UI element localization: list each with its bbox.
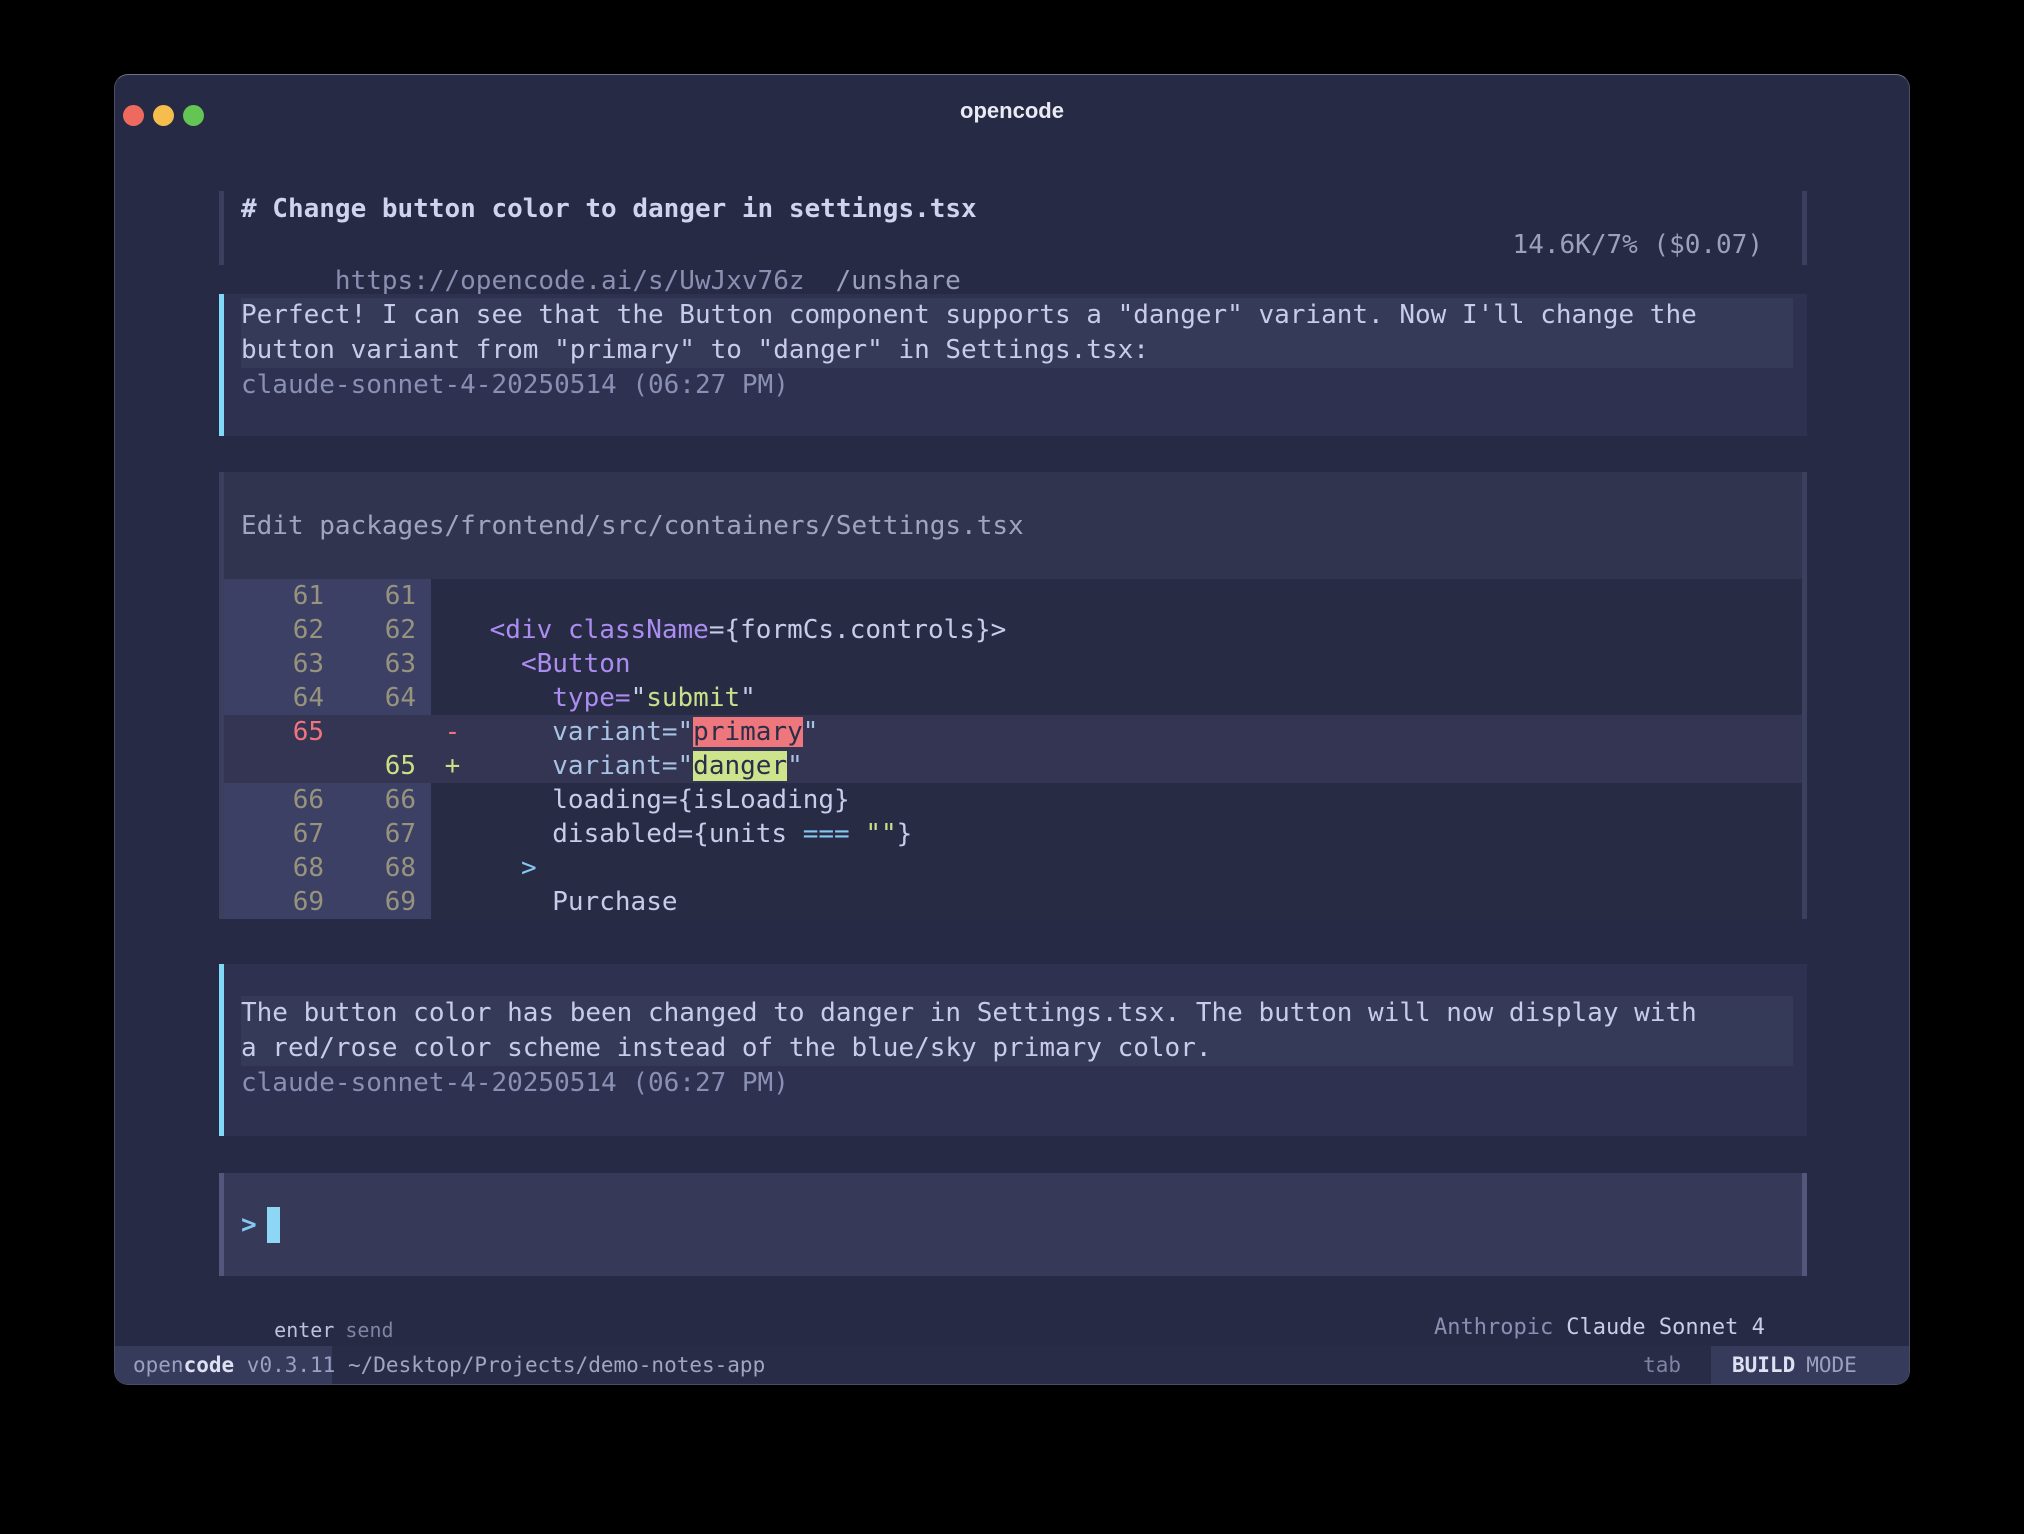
- key-hint-action: send: [345, 1318, 393, 1342]
- provider-label: Anthropic: [1434, 1315, 1553, 1340]
- gutter-old: 67: [224, 817, 339, 851]
- model-indicator: AnthropicClaude Sonnet 4: [1381, 1277, 1765, 1311]
- message-meta: claude-sonnet-4-20250514 (06:27 PM): [241, 1066, 1807, 1101]
- diff-code: type="submit": [474, 681, 1802, 715]
- text-cursor: [267, 1207, 280, 1243]
- gutter-old: 64: [224, 681, 339, 715]
- diff-row: 6262 <div className={formCs.controls}>: [224, 613, 1802, 647]
- gutter-old: 66: [224, 783, 339, 817]
- gutter-new: [339, 715, 431, 749]
- gutter-old: 68: [224, 851, 339, 885]
- model-name: Claude Sonnet 4: [1566, 1315, 1765, 1340]
- diff-code: loading={isLoading}: [474, 783, 1802, 817]
- diff-view: 6161 6262 <div className={formCs.control…: [224, 579, 1802, 919]
- edit-tool-title: Edit packages/frontend/src/containers/Se…: [224, 472, 1802, 579]
- gutter-new: 63: [339, 647, 431, 681]
- gutter-old: 61: [224, 579, 339, 613]
- message-text: The button color has been changed to dan…: [241, 996, 1793, 1066]
- diff-row: 6868 >: [224, 851, 1802, 885]
- gutter-new: 62: [339, 613, 431, 647]
- diff-row: 6161: [224, 579, 1802, 613]
- zoom-button[interactable]: [183, 105, 204, 126]
- gutter-new: 64: [339, 681, 431, 715]
- diff-row: 6666 loading={isLoading}: [224, 783, 1802, 817]
- diff-code: >: [474, 851, 1802, 885]
- diff-marker: [431, 851, 474, 885]
- diff-row-removed: 65 - variant="primary": [224, 715, 1802, 749]
- app-name-open: open: [133, 1353, 184, 1377]
- prompt-input[interactable]: >: [219, 1173, 1807, 1276]
- gutter-new: 67: [339, 817, 431, 851]
- assistant-message: Perfect! I can see that the Button compo…: [219, 294, 1807, 436]
- message-meta: claude-sonnet-4-20250514 (06:27 PM): [241, 368, 1807, 403]
- gutter-new: 65: [339, 749, 431, 783]
- gutter-new: 69: [339, 885, 431, 919]
- key-hint-key: enter: [274, 1318, 334, 1342]
- diff-code: <Button: [474, 647, 1802, 681]
- close-button[interactable]: [123, 105, 144, 126]
- diff-marker: +: [431, 749, 474, 783]
- prompt-symbol: >: [241, 1210, 257, 1240]
- window-title: opencode: [960, 98, 1064, 124]
- diff-code: <div className={formCs.controls}>: [474, 613, 1802, 647]
- mode-label-bold: BUILD: [1732, 1353, 1795, 1377]
- diff-marker: [431, 817, 474, 851]
- edit-tool-card: Edit packages/frontend/src/containers/Se…: [219, 472, 1807, 919]
- mode-chip: BUILD MODE: [1711, 1346, 1909, 1384]
- key-hint: entersend: [226, 1279, 394, 1313]
- title-bar: opencode: [115, 75, 1909, 147]
- gutter-new: 68: [339, 851, 431, 885]
- app-version-chip: opencode v0.3.11: [115, 1346, 332, 1384]
- diff-code: disabled={units === ""}: [474, 817, 1802, 851]
- diff-code: [474, 579, 1802, 613]
- diff-row: 6464 type="submit": [224, 681, 1802, 715]
- diff-marker: -: [431, 715, 474, 749]
- diff-row-added: 65+ variant="danger": [224, 749, 1802, 783]
- diff-row: 6969 Purchase: [224, 885, 1802, 919]
- diff-marker: [431, 613, 474, 647]
- diff-code: Purchase: [474, 885, 1802, 919]
- session-header: # Change button color to danger in setti…: [219, 191, 1807, 265]
- session-title: # Change button color to danger in setti…: [241, 191, 1802, 227]
- message-text: Perfect! I can see that the Button compo…: [241, 298, 1793, 368]
- gutter-old: 63: [224, 647, 339, 681]
- assistant-message: The button color has been changed to dan…: [219, 964, 1807, 1136]
- context-stats: 14.6K/7% ($0.07): [1513, 227, 1763, 263]
- app-window: opencode # Change button color to danger…: [114, 74, 1910, 1385]
- diff-marker: [431, 783, 474, 817]
- gutter-old: 62: [224, 613, 339, 647]
- tab-hint: tab: [1643, 1346, 1681, 1384]
- mode-label-rest: MODE: [1806, 1353, 1857, 1377]
- share-url-link[interactable]: https://opencode.ai/s/UwJxv76z: [335, 266, 805, 296]
- gutter-new: 66: [339, 783, 431, 817]
- diff-marker: [431, 647, 474, 681]
- gutter-old: 65: [224, 715, 339, 749]
- diff-code: variant="primary": [474, 715, 1802, 749]
- diff-marker: [431, 681, 474, 715]
- diff-code: variant="danger": [474, 749, 1802, 783]
- working-directory: ~/Desktop/Projects/demo-notes-app: [348, 1346, 765, 1384]
- unshare-link[interactable]: /unshare: [836, 266, 961, 296]
- app-name-code: code: [184, 1353, 235, 1377]
- minimize-button[interactable]: [153, 105, 174, 126]
- diff-row: 6363 <Button: [224, 647, 1802, 681]
- gutter-old: 69: [224, 885, 339, 919]
- gutter-new: 61: [339, 579, 431, 613]
- app-version: v0.3.11: [234, 1353, 335, 1377]
- diff-row: 6767 disabled={units === ""}: [224, 817, 1802, 851]
- diff-marker: [431, 579, 474, 613]
- status-bar: opencode v0.3.11 ~/Desktop/Projects/demo…: [115, 1346, 1909, 1384]
- gutter-old: [224, 749, 339, 783]
- diff-marker: [431, 885, 474, 919]
